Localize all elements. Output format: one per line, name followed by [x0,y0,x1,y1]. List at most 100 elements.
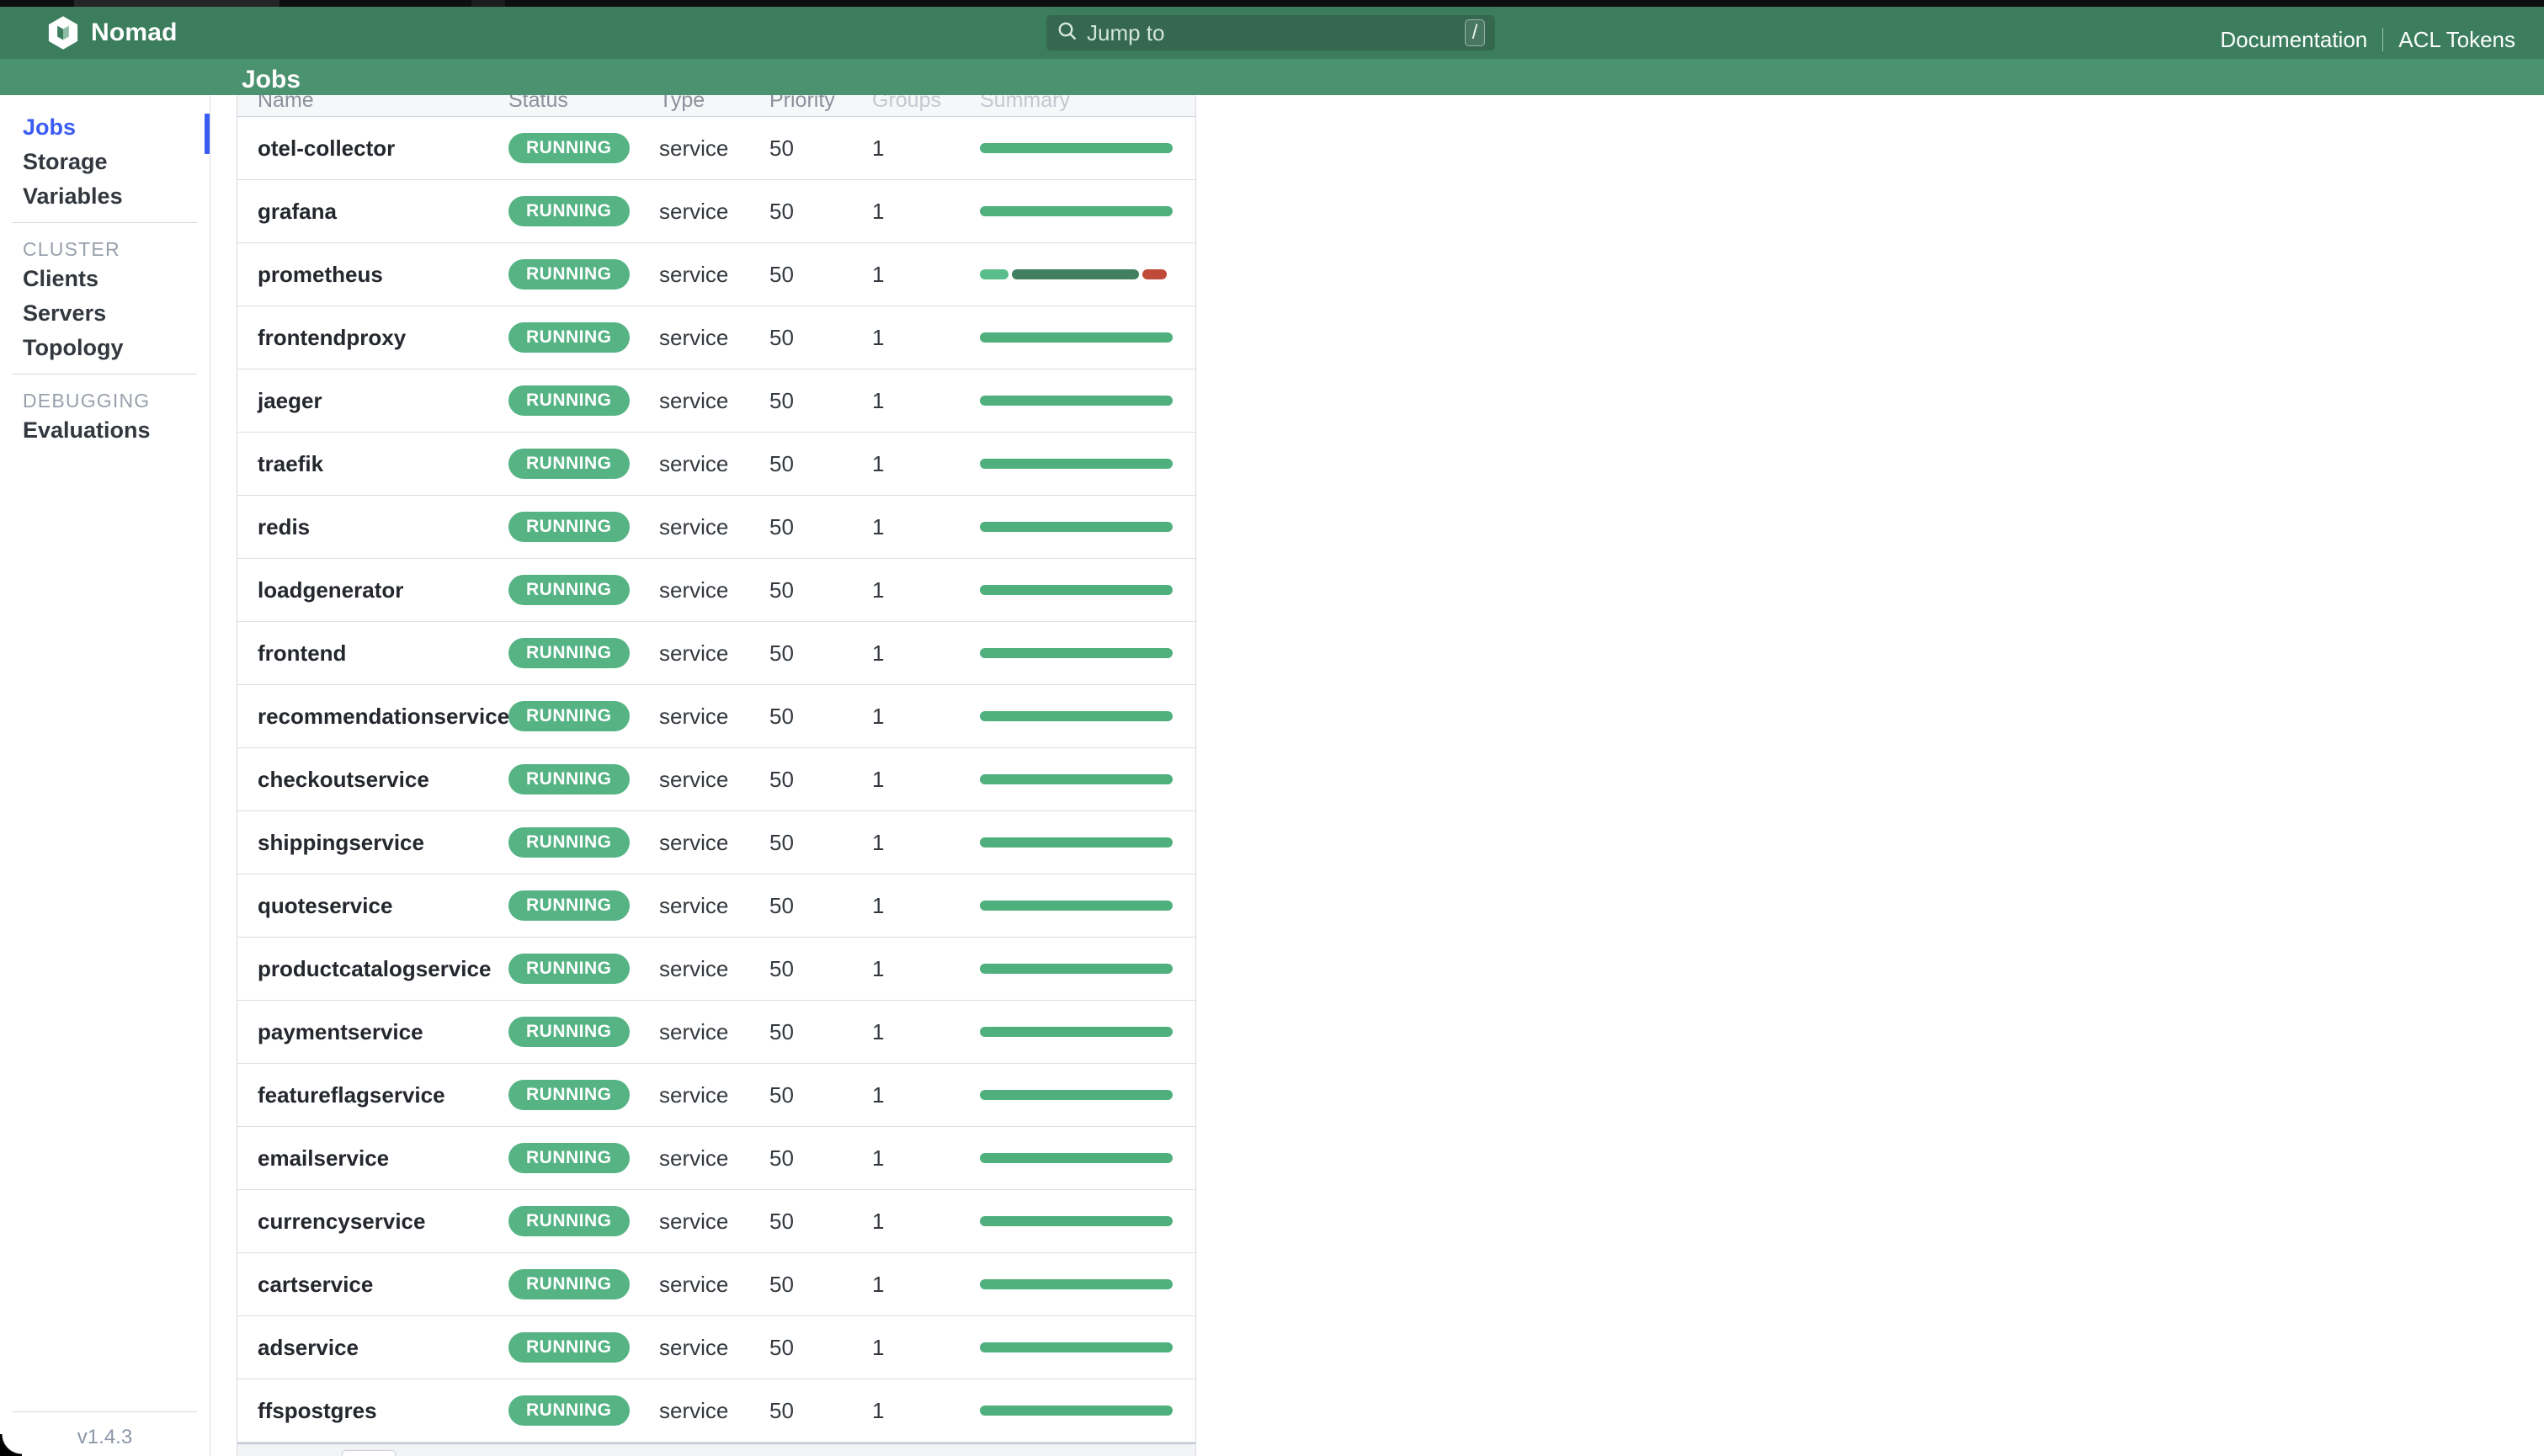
job-summary-cell [980,901,1173,911]
job-row[interactable]: redis RUNNING service 50 1 [237,496,1195,559]
summary-bar [980,837,1173,848]
job-row[interactable]: paymentservice RUNNING service 50 1 [237,1001,1195,1064]
job-name: jaeger [237,388,508,414]
breadcrumb-bar: Jobs [0,59,2544,95]
jump-to-search-input[interactable]: Jump to / [1046,15,1495,50]
summary-bar [980,964,1173,974]
job-priority: 50 [769,262,872,288]
summary-segment [980,1153,1173,1163]
job-summary-cell [980,648,1173,658]
job-row[interactable]: grafana RUNNING service 50 1 [237,180,1195,243]
documentation-link[interactable]: Documentation [2205,27,2382,53]
sidebar-item-topology[interactable]: Topology [0,331,210,365]
job-summary-cell [980,396,1173,406]
sidebar-item-variables[interactable]: Variables [0,179,210,214]
summary-bar [980,206,1173,216]
job-row[interactable]: quoteservice RUNNING service 50 1 [237,874,1195,938]
job-row[interactable]: currencyservice RUNNING service 50 1 [237,1190,1195,1253]
search-icon [1056,20,1078,46]
job-name: redis [237,514,508,540]
job-summary-cell [980,522,1173,532]
column-header-priority[interactable]: Priority [769,95,872,113]
job-row[interactable]: jaeger RUNNING service 50 1 [237,369,1195,433]
job-summary-cell [980,585,1173,595]
page-size-select[interactable] [342,1450,396,1456]
summary-bar [980,396,1173,406]
summary-bar [980,585,1173,595]
job-name: prometheus [237,262,508,288]
job-priority: 50 [769,1082,872,1108]
status-badge: RUNNING [508,1269,630,1299]
job-summary-cell [980,459,1173,469]
job-priority: 50 [769,388,872,414]
job-priority: 50 [769,704,872,730]
job-type: service [659,956,769,982]
column-header-status[interactable]: Status [508,95,659,113]
job-row[interactable]: recommendationservice RUNNING service 50… [237,685,1195,748]
job-priority: 50 [769,136,872,162]
job-row[interactable]: prometheus RUNNING service 50 1 [237,243,1195,306]
job-name: recommendationservice [237,704,508,730]
job-summary-cell [980,1342,1173,1352]
job-summary-cell [980,332,1173,343]
job-row[interactable]: ffspostgres RUNNING service 50 1 [237,1379,1195,1443]
job-priority: 50 [769,830,872,856]
job-row[interactable]: frontend RUNNING service 50 1 [237,622,1195,685]
job-groups: 1 [872,956,980,982]
status-badge: RUNNING [508,764,630,794]
summary-segment [1142,269,1167,279]
sidebar-item-servers[interactable]: Servers [0,296,210,331]
job-status-cell: RUNNING [508,196,659,226]
job-priority: 50 [769,1145,872,1172]
sidebar-item-evaluations[interactable]: Evaluations [0,413,210,448]
job-type: service [659,199,769,225]
summary-bar [980,143,1173,153]
summary-bar [980,1279,1173,1289]
job-priority: 50 [769,956,872,982]
column-header-type[interactable]: Type [659,95,769,113]
job-status-cell: RUNNING [508,701,659,731]
job-name: frontend [237,640,508,667]
summary-segment [980,585,1173,595]
job-row[interactable]: frontendproxy RUNNING service 50 1 [237,306,1195,369]
job-name: emailservice [237,1145,508,1172]
breadcrumb[interactable]: Jobs [242,66,301,94]
job-row[interactable]: emailservice RUNNING service 50 1 [237,1127,1195,1190]
job-row[interactable]: cartservice RUNNING service 50 1 [237,1253,1195,1316]
job-row[interactable]: adservice RUNNING service 50 1 [237,1316,1195,1379]
column-header-name[interactable]: Name [237,95,508,113]
job-summary-cell [980,1406,1173,1416]
summary-bar [980,1216,1173,1226]
keyboard-shortcut-badge: / [1465,19,1485,46]
job-row[interactable]: checkoutservice RUNNING service 50 1 [237,748,1195,811]
job-row[interactable]: productcatalogservice RUNNING service 50… [237,938,1195,1001]
job-row[interactable]: otel-collector RUNNING service 50 1 [237,117,1195,180]
summary-segment [980,396,1173,406]
job-groups: 1 [872,1019,980,1045]
job-name: shippingservice [237,830,508,856]
job-type: service [659,262,769,288]
job-groups: 1 [872,640,980,667]
job-priority: 50 [769,640,872,667]
sidebar-item-storage[interactable]: Storage [0,145,210,179]
summary-bar [980,1090,1173,1100]
job-name: grafana [237,199,508,225]
status-badge: RUNNING [508,512,630,542]
job-row[interactable]: featureflagservice RUNNING service 50 1 [237,1064,1195,1127]
sidebar-item-jobs[interactable]: Jobs [0,110,210,145]
job-name: currencyservice [237,1209,508,1235]
job-row[interactable]: traefik RUNNING service 50 1 [237,433,1195,496]
job-summary-cell [980,206,1173,216]
sidebar-item-clients[interactable]: Clients [0,262,210,296]
summary-segment [980,459,1173,469]
job-row[interactable]: shippingservice RUNNING service 50 1 [237,811,1195,874]
job-row[interactable]: loadgenerator RUNNING service 50 1 [237,559,1195,622]
job-groups: 1 [872,893,980,919]
status-badge: RUNNING [508,259,630,290]
sidebar-divider [13,374,197,375]
acl-tokens-link[interactable]: ACL Tokens [2383,27,2531,53]
job-groups: 1 [872,136,980,162]
summary-segment [980,711,1173,721]
job-summary-cell [980,269,1173,279]
nomad-home-link[interactable]: Nomad [47,15,178,50]
